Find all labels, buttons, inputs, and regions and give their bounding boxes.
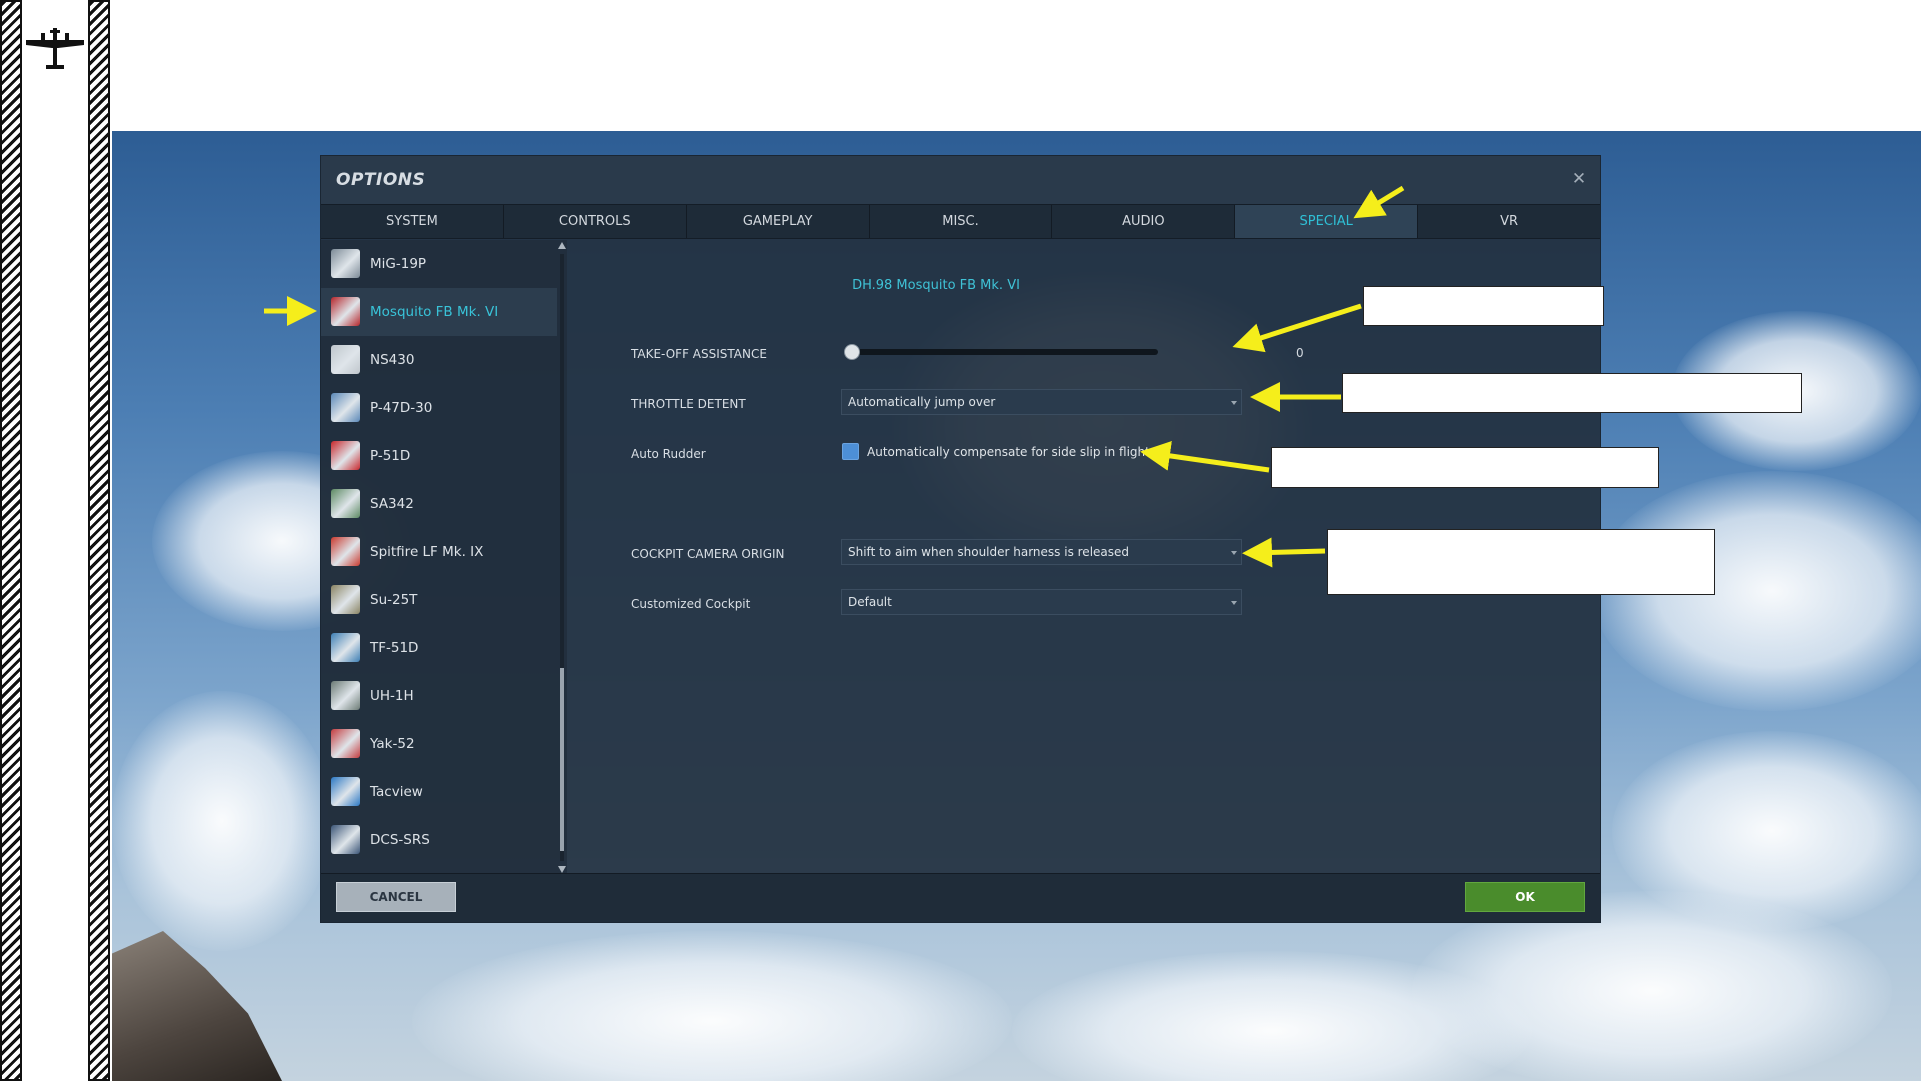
cockpit-camera-origin-value: Shift to aim when shoulder harness is re… [848,545,1130,559]
screenshot-stage: OPTIONS ✕ SYSTEM CONTROLS GAMEPLAY MISC.… [0,0,1921,1081]
su25t-icon [331,585,360,614]
dialog-footer: CANCEL OK [321,873,1600,922]
takeoff-assistance-slider-track[interactable] [846,349,1158,355]
auto-rudder-checkbox-label[interactable]: Automatically compensate for side slip i… [867,445,1150,459]
sidebar-item-sa342[interactable]: SA342 [321,480,557,528]
tab-gameplay[interactable]: GAMEPLAY [687,205,870,238]
sidebar-item-label: Su-25T [370,592,418,608]
mig19p-icon [331,249,360,278]
sidebar-item-label: DCS-SRS [370,832,430,848]
sidebar-item-p47d30[interactable]: P-47D-30 [321,384,557,432]
cockpit-camera-origin-dropdown[interactable]: Shift to aim when shoulder harness is re… [841,539,1242,565]
spitfire-icon [331,537,360,566]
sidebar-item-label: Tacview [370,784,423,800]
yak52-icon [331,729,360,758]
ok-button[interactable]: OK [1465,882,1585,912]
tab-bar: SYSTEM CONTROLS GAMEPLAY MISC. AUDIO SPE… [321,204,1600,239]
tab-system[interactable]: SYSTEM [321,205,504,238]
close-icon[interactable]: ✕ [1570,170,1588,188]
tab-controls[interactable]: CONTROLS [504,205,687,238]
customized-cockpit-value: Default [848,595,892,609]
sidebar-item-tacview[interactable]: Tacview [321,768,557,816]
cockpit-camera-origin-label: COCKPIT CAMERA ORIGIN [631,547,785,561]
auto-rudder-checkbox[interactable] [842,443,859,460]
module-title: DH.98 Mosquito FB Mk. VI [852,278,1020,293]
annotation-box-camera [1327,529,1715,595]
scroll-track[interactable] [560,254,564,861]
mountain-rock [112,931,282,1081]
sidebar-item-uh1h[interactable]: UH-1H [321,672,557,720]
dialog-header: OPTIONS ✕ [321,156,1600,204]
annotation-box-rudder [1271,447,1659,488]
sidebar-item-label: SA342 [370,496,414,512]
sidebar-item-tf51d[interactable]: TF-51D [321,624,557,672]
tab-vr[interactable]: VR [1418,205,1600,238]
sidebar-item-su25t[interactable]: Su-25T [321,576,557,624]
sidebar-item-label: MiG-19P [370,256,427,272]
auto-rudder-label: Auto Rudder [631,447,706,461]
tf51d-icon [331,633,360,662]
airplane-logo-icon [26,28,84,69]
sidebar-item-label: TF-51D [370,640,419,656]
customized-cockpit-dropdown[interactable]: Default [841,589,1242,615]
sidebar-item-label: P-47D-30 [370,400,433,416]
chevron-down-icon [1231,551,1237,555]
sidebar-item-label: NS430 [370,352,415,368]
sidebar-scrollbar[interactable] [557,242,567,873]
throttle-detent-dropdown[interactable]: Automatically jump over [841,389,1242,415]
dialog-title: OPTIONS [336,170,426,190]
tab-audio[interactable]: AUDIO [1052,205,1236,238]
customized-cockpit-label: Customized Cockpit [631,597,751,611]
sidebar-item-label: Yak-52 [370,736,415,752]
sidebar-item-label: Spitfire LF Mk. IX [370,544,484,560]
tab-special[interactable]: SPECIAL [1235,205,1419,238]
cancel-button[interactable]: CANCEL [336,882,456,912]
throttle-detent-label: THROTTLE DETENT [631,397,746,411]
hatched-border-left [0,0,22,1081]
sidebar-item-spitfire[interactable]: Spitfire LF Mk. IX [321,528,557,576]
annotation-box-throttle [1342,373,1802,413]
scroll-up-arrow-icon[interactable] [558,242,566,249]
tacview-icon [331,777,360,806]
sidebar-item-mosquito[interactable]: Mosquito FB Mk. VI [321,288,557,336]
chevron-down-icon [1231,601,1237,605]
sidebar-item-mig19p[interactable]: MiG-19P [321,240,557,288]
p51d-icon [331,441,360,470]
sidebar-item-dcs-srs[interactable]: DCS-SRS [321,816,557,864]
chevron-down-icon [1231,401,1237,405]
sidebar-item-label: UH-1H [370,688,414,704]
sidebar-item-label: Mosquito FB Mk. VI [370,304,499,320]
dcs-srs-icon [331,825,360,854]
scroll-down-arrow-icon[interactable] [558,866,566,873]
ns430-icon [331,345,360,374]
takeoff-assistance-slider-thumb[interactable] [844,344,860,360]
takeoff-assistance-label: TAKE-OFF ASSISTANCE [631,347,767,361]
sa342-icon [331,489,360,518]
sidebar-item-yak52[interactable]: Yak-52 [321,720,557,768]
module-sidebar: MiG-19P Mosquito FB Mk. VI NS430 P-47D-3… [321,240,567,875]
throttle-detent-value: Automatically jump over [848,395,996,409]
scroll-thumb[interactable] [560,668,564,851]
tab-misc[interactable]: MISC. [870,205,1053,238]
p47-icon [331,393,360,422]
annotation-box-takeoff [1363,286,1604,326]
sidebar-item-p51d[interactable]: P-51D [321,432,557,480]
sidebar-item-ns430[interactable]: NS430 [321,336,557,384]
sidebar-item-label: P-51D [370,448,411,464]
side-strip [22,0,88,1081]
mosquito-icon [331,297,360,326]
hatched-border-right [88,0,110,1081]
uh1h-icon [331,681,360,710]
takeoff-assistance-value: 0 [1296,346,1304,360]
